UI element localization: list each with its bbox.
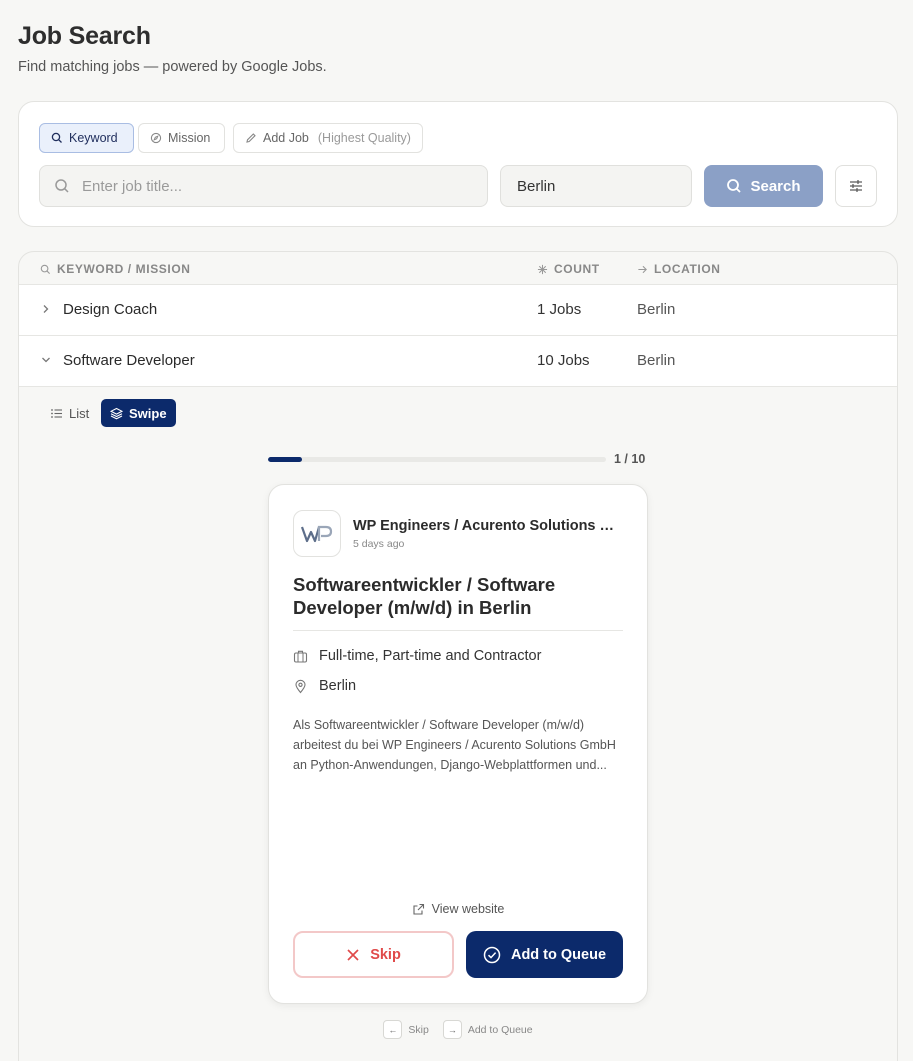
column-location[interactable]: LOCATION [637, 262, 721, 276]
search-button[interactable]: Search [704, 165, 823, 207]
company-logo-icon [300, 525, 333, 542]
tab-add-job-hint: (Highest Quality) [317, 131, 411, 145]
chevron-right-icon[interactable] [40, 303, 52, 315]
keyboard-hints: ← Skip → Add to Queue [19, 1020, 897, 1039]
column-keyword-label: KEYWORD / MISSION [57, 262, 191, 276]
view-website-link[interactable]: View website [269, 902, 647, 916]
search-icon [55, 179, 69, 193]
table-header: KEYWORD / MISSION COUNT LOCATION [19, 252, 897, 285]
column-location-label: LOCATION [654, 262, 721, 276]
search-button-label: Search [750, 177, 801, 195]
column-count[interactable]: COUNT [537, 262, 600, 276]
check-circle-icon [483, 946, 501, 963]
close-icon [347, 948, 359, 961]
job-title-input[interactable]: Enter job title... [39, 165, 488, 207]
row-count: 10 Jobs [537, 352, 590, 369]
queue-shortcut-hint: → Add to Queue [442, 1020, 533, 1039]
search-icon [727, 179, 742, 193]
skip-shortcut-label: Skip [408, 1023, 429, 1036]
column-count-label: COUNT [554, 262, 600, 276]
table-row[interactable]: Design Coach 1 Jobs Berlin [19, 285, 897, 336]
external-link-icon [413, 903, 424, 915]
sparkle-icon [537, 264, 548, 274]
location-value: Berlin [517, 177, 556, 195]
job-title: Softwareentwickler / Software Developer … [293, 574, 556, 618]
employment-type-label: Full-time, Part-time and Contractor [319, 648, 542, 664]
view-swipe-button[interactable]: Swipe [101, 399, 176, 427]
tab-add-job[interactable]: Add Job (Highest Quality) [233, 123, 423, 153]
queue-shortcut-label: Add to Queue [467, 1023, 533, 1036]
skip-shortcut-hint: ← Skip [383, 1020, 429, 1039]
job-title-placeholder: Enter job title... [82, 177, 183, 195]
column-keyword[interactable]: KEYWORD / MISSION [40, 262, 191, 276]
search-icon [40, 264, 51, 274]
sliders-icon [850, 180, 862, 192]
tab-add-job-label: Add Job [263, 131, 309, 145]
tab-keyword-label: Keyword [69, 131, 118, 145]
view-swipe-label: Swipe [129, 405, 167, 421]
row-count: 1 Jobs [537, 301, 582, 318]
list-icon [51, 408, 62, 418]
add-to-queue-button[interactable]: Add to Queue [466, 931, 623, 978]
job-location-label: Berlin [319, 678, 357, 694]
job-card[interactable]: WP Engineers / Acurento Solutions GmbH 5… [268, 484, 648, 1004]
filter-button[interactable] [835, 165, 877, 207]
job-location: Berlin [293, 678, 356, 694]
add-to-queue-label: Add to Queue [510, 946, 607, 963]
chevron-down-icon[interactable] [40, 354, 52, 366]
row-location: Berlin [637, 352, 676, 369]
employment-type: Full-time, Part-time and Contractor [293, 648, 541, 664]
skip-button-label: Skip [370, 946, 401, 963]
swipe-progress-text: 1 / 10 [614, 452, 646, 466]
tab-mission[interactable]: Mission [138, 123, 225, 153]
layers-icon [110, 407, 123, 419]
arrow-left-key: ← [383, 1020, 403, 1039]
company-logo [293, 510, 341, 557]
swipe-progress-bar [268, 457, 606, 462]
company-name: WP Engineers / Acurento Solutions GmbH [353, 518, 625, 534]
tab-keyword[interactable]: Keyword [39, 123, 134, 153]
divider [293, 630, 623, 631]
row-location: Berlin [637, 301, 676, 318]
view-list-label: List [69, 405, 90, 421]
map-pin-icon [295, 679, 306, 693]
page-title: Job Search [18, 22, 151, 50]
search-icon [51, 132, 62, 143]
job-description: Als Softwareentwickler / Software Develo… [293, 718, 616, 772]
results-table: KEYWORD / MISSION COUNT LOCATION Design … [18, 251, 898, 1061]
tab-mission-label: Mission [168, 131, 211, 145]
arrow-right-icon [638, 265, 647, 273]
skip-button[interactable]: Skip [293, 931, 454, 978]
pencil-icon [246, 133, 256, 143]
briefcase-icon [293, 650, 308, 663]
search-panel: Keyword Mission Add Job (Highest Quality… [18, 101, 898, 227]
swipe-progress-fill [268, 457, 302, 462]
row-keyword: Software Developer [63, 352, 195, 369]
view-website-label: View website [431, 902, 505, 916]
arrow-right-key: → [442, 1020, 462, 1039]
row-keyword: Design Coach [63, 301, 158, 318]
compass-icon [150, 132, 162, 144]
posted-date: 5 days ago [353, 538, 405, 550]
view-list-button[interactable]: List [41, 399, 98, 427]
page-subtitle: Find matching jobs — powered by Google J… [18, 59, 327, 75]
location-input[interactable]: Berlin [500, 165, 692, 207]
table-row[interactable]: Software Developer 10 Jobs Berlin [19, 336, 897, 387]
